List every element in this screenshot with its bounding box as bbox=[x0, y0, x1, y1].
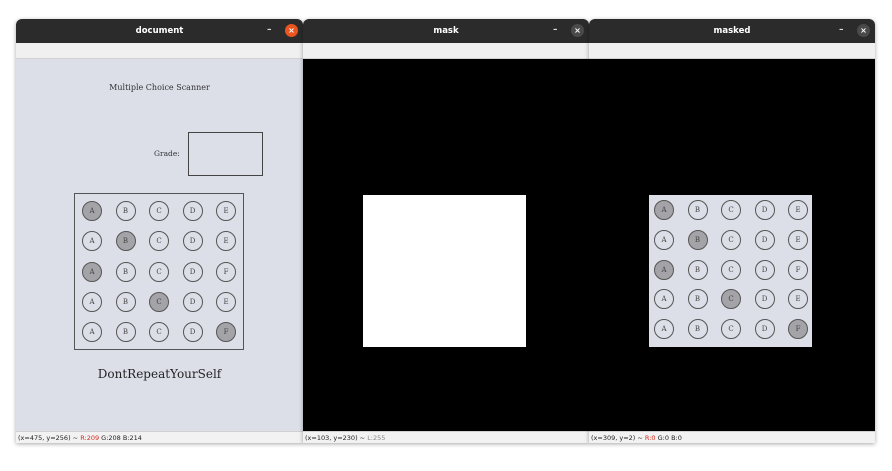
toolbar bbox=[589, 43, 875, 59]
window-title: document bbox=[135, 26, 184, 36]
status-coords: (x=309, y=2) ~ bbox=[591, 434, 645, 442]
answer-bubble: C bbox=[149, 322, 169, 343]
answer-bubble: C bbox=[149, 261, 169, 282]
answer-bubble: E bbox=[788, 200, 808, 220]
answer-bubble: E bbox=[788, 289, 808, 310]
answer-bubble: C bbox=[149, 231, 169, 252]
answer-bubble: A bbox=[654, 200, 674, 220]
title-bar[interactable]: masked – × bbox=[589, 19, 875, 43]
toolbar bbox=[16, 43, 303, 59]
image-canvas[interactable] bbox=[303, 59, 589, 431]
answer-bubble: D bbox=[754, 259, 775, 280]
document-footer: DontRepeatYourSelf bbox=[97, 367, 222, 381]
minimize-icon[interactable]: – bbox=[267, 19, 272, 41]
masked-window: masked – × ABCDEABCDEABCDFABCDEABCDF (x=… bbox=[589, 19, 875, 443]
answer-bubble: A bbox=[82, 322, 102, 343]
answer-bubble: B bbox=[687, 289, 708, 310]
answer-bubble: C bbox=[149, 291, 169, 312]
answer-bubble: E bbox=[216, 231, 236, 252]
status-coords: (x=475, y=256) ~ bbox=[18, 434, 81, 442]
answer-bubble: C bbox=[721, 259, 741, 280]
answer-bubble: D bbox=[754, 289, 775, 310]
window-title: masked bbox=[713, 26, 751, 36]
answer-bubble: C bbox=[721, 229, 741, 250]
status-l: L:255 bbox=[367, 434, 386, 442]
minimize-icon[interactable]: – bbox=[553, 19, 558, 41]
answer-bubble: A bbox=[654, 259, 674, 280]
answer-bubble: A bbox=[82, 291, 102, 312]
answer-bubble: D bbox=[182, 261, 203, 282]
answer-bubble: B bbox=[115, 201, 136, 221]
close-icon[interactable]: × bbox=[285, 24, 298, 37]
status-r: R:0 bbox=[644, 434, 656, 442]
answer-bubble: E bbox=[216, 291, 236, 312]
status-b: B:0 bbox=[669, 434, 682, 442]
grade-box bbox=[188, 132, 263, 176]
answer-bubble: A bbox=[82, 261, 102, 282]
image-canvas[interactable]: Multiple Choice Scanner Grade: ABCDEABCD… bbox=[16, 59, 303, 431]
answer-bubble: A bbox=[82, 231, 102, 252]
mask-region bbox=[363, 195, 526, 347]
answer-bubble: B bbox=[687, 229, 708, 250]
status-bar: (x=103, y=230) ~ L:255 bbox=[303, 431, 589, 443]
answer-bubble: B bbox=[115, 322, 136, 343]
answer-bubble: C bbox=[721, 289, 741, 310]
answer-bubble: B bbox=[687, 259, 708, 280]
answer-bubble: E bbox=[216, 201, 236, 221]
answer-bubble: F bbox=[216, 261, 236, 282]
answer-bubble: B bbox=[115, 261, 136, 282]
answer-bubble: D bbox=[182, 322, 203, 343]
close-icon[interactable]: × bbox=[857, 24, 870, 37]
answer-bubble: B bbox=[687, 319, 708, 340]
answer-bubble: D bbox=[182, 201, 203, 221]
bubble-sheet: ABCDEABCDEABCDFABCDEABCDF bbox=[74, 193, 244, 350]
status-g: G:208 bbox=[99, 434, 121, 442]
answer-bubble: A bbox=[654, 289, 674, 310]
status-b: B:214 bbox=[120, 434, 142, 442]
answer-bubble: A bbox=[654, 229, 674, 250]
minimize-icon[interactable]: – bbox=[839, 19, 844, 41]
answer-bubble: F bbox=[788, 259, 808, 280]
answer-bubble: C bbox=[721, 200, 741, 220]
status-r: R:209 bbox=[80, 434, 100, 442]
answer-bubble: F bbox=[216, 322, 236, 343]
answer-bubble: D bbox=[182, 291, 203, 312]
answer-bubble: F bbox=[788, 319, 808, 340]
answer-bubble: A bbox=[654, 319, 674, 340]
answer-bubble: D bbox=[754, 319, 775, 340]
title-bar[interactable]: mask – × bbox=[303, 19, 589, 43]
grade-label: Grade: bbox=[154, 149, 180, 158]
close-icon[interactable]: × bbox=[571, 24, 584, 37]
mask-window: mask – × (x=103, y=230) ~ L:255 bbox=[303, 19, 589, 443]
status-g: G:0 bbox=[655, 434, 670, 442]
answer-bubble: E bbox=[788, 229, 808, 250]
answer-bubble: C bbox=[149, 201, 169, 221]
answer-bubble: A bbox=[82, 201, 102, 221]
masked-bubble-sheet: ABCDEABCDEABCDFABCDEABCDF bbox=[649, 195, 812, 347]
document-heading: Multiple Choice Scanner bbox=[109, 83, 210, 92]
status-coords: (x=103, y=230) ~ bbox=[305, 434, 368, 442]
title-bar[interactable]: document – × bbox=[16, 19, 303, 43]
toolbar bbox=[303, 43, 589, 59]
status-bar: (x=475, y=256) ~ R:209 G:208 B:214 bbox=[16, 431, 303, 443]
answer-bubble: D bbox=[754, 229, 775, 250]
answer-bubble: B bbox=[115, 291, 136, 312]
document-window: document – × Multiple Choice Scanner Gra… bbox=[16, 19, 303, 443]
answer-bubble: D bbox=[182, 231, 203, 252]
status-bar: (x=309, y=2) ~ R:0 G:0 B:0 bbox=[589, 431, 875, 443]
answer-bubble: C bbox=[721, 319, 741, 340]
image-canvas[interactable]: ABCDEABCDEABCDFABCDEABCDF bbox=[589, 59, 875, 431]
answer-bubble: B bbox=[687, 200, 708, 220]
answer-bubble: D bbox=[754, 200, 775, 220]
answer-bubble: B bbox=[115, 231, 136, 252]
window-title: mask bbox=[433, 26, 459, 36]
